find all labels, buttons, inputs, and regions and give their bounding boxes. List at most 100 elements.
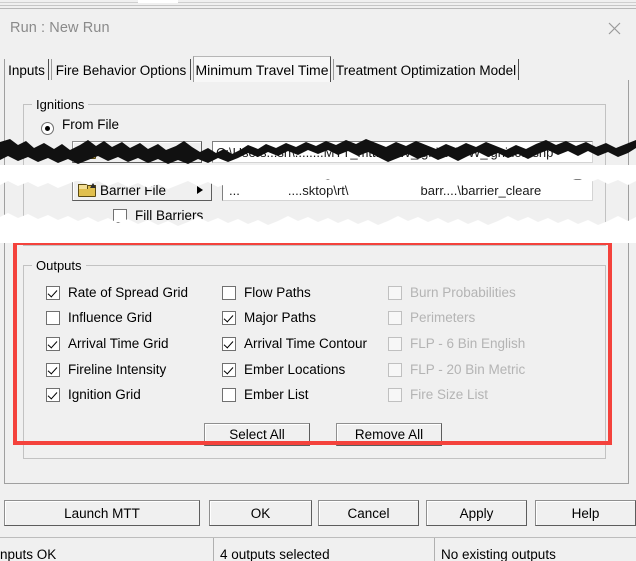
influence-grid-checkbox[interactable] [46,311,60,325]
parent-window-strip [0,0,636,9]
fireline-intensity-label: Fireline Intensity [68,362,166,377]
cancel-button[interactable]: Cancel [318,500,419,526]
output-row-influence-grid[interactable]: Influence Grid [46,310,152,325]
perimeters-checkbox [388,311,402,325]
status-existing-outputs-text: No existing outputs [441,547,556,561]
run-dialog: Run : New Run Inputs Fire Behavior Optio… [0,9,636,561]
status-outputs-selected-text: 4 outputs selected [220,547,330,561]
remove-all-label: Remove All [355,427,423,442]
output-row-flp-6-bin-english: FLP - 6 Bin English [388,336,525,351]
ok-label: OK [251,506,271,521]
rate-of-spread-grid-checkbox[interactable] [46,286,60,300]
outputs-group-legend: Outputs [32,258,86,273]
status-existing-outputs: No existing outputs [434,538,636,561]
from-file-radio[interactable] [41,122,54,135]
tab-minimum-travel-time-label: Minimum Travel Time [195,62,328,78]
output-row-rate-of-spread-grid[interactable]: Rate of Spread Grid [46,285,188,300]
ignitions-group-legend: Ignitions [32,97,88,112]
parent-strip-line-upper [0,2,636,3]
tab-strip: Inputs Fire Behavior Options Minimum Tra… [0,56,636,81]
ignition-file-button[interactable]: Ignitio... [72,141,202,163]
help-label: Help [572,506,600,521]
burn-probabilities-label: Burn Probabilities [410,285,516,300]
fireline-intensity-checkbox[interactable] [46,363,60,377]
ignitions-group: Ignitions From File Ignitio... C:\Users.… [23,104,606,246]
output-row-ember-locations[interactable]: Ember Locations [222,362,345,377]
fill-barriers-row[interactable]: Fill Barriers [113,208,203,223]
ember-list-checkbox[interactable] [222,388,236,402]
launch-mtt-label: Launch MTT [64,506,140,521]
barrier-path-field[interactable]: ... ....sktop\rt\ barr....\barrier_clea… [222,179,593,201]
flp-6-bin-english-label: FLP - 6 Bin English [410,336,525,351]
status-inputs: nputs OK [0,538,213,561]
tab-treatment-optimization-model[interactable]: Treatment Optimization Model [333,59,519,81]
remove-all-button[interactable]: Remove All [336,423,442,446]
barrier-path-fragment-2: ....sktop\rt\ [288,183,349,198]
from-file-label: From File [62,117,119,132]
dialog-action-bar: Launch MTT OK Cancel Apply Help [0,491,636,532]
outputs-group: Outputs Rate of Spread Grid Influence Gr… [23,265,606,459]
help-button[interactable]: Help [535,500,636,526]
ignition-grid-checkbox[interactable] [46,388,60,402]
status-inputs-text: nputs OK [0,547,56,561]
apply-button[interactable]: Apply [426,500,527,526]
apply-label: Apply [460,506,494,521]
arrival-time-contour-checkbox[interactable] [222,337,236,351]
output-row-perimeters: Perimeters [388,310,475,325]
arrival-time-contour-label: Arrival Time Contour [244,336,367,351]
output-row-major-paths[interactable]: Major Paths [222,310,316,325]
parent-strip-line-lower [0,5,636,6]
fire-size-list-checkbox [388,388,402,402]
output-row-flp-20-bin-metric: FLP - 20 Bin Metric [388,362,525,377]
ember-locations-label: Ember Locations [244,362,345,377]
burn-probabilities-checkbox [388,286,402,300]
output-row-ignition-grid[interactable]: Ignition Grid [46,387,141,402]
tab-fire-behavior-options[interactable]: Fire Behavior Options [51,59,191,81]
ignition-file-button-label: Ignitio... [100,145,147,160]
ignition-path-value: C:\Users...sh\........MTT_mtt...\SW_igni… [216,145,553,160]
barrier-path-fragment-3: barr....\barrier_cleare [421,183,542,198]
tab-minimum-travel-time[interactable]: Minimum Travel Time [193,56,331,82]
status-outputs-selected: 4 outputs selected [213,538,434,561]
barrier-path-fragment-1: ... [229,183,240,198]
arrival-time-grid-label: Arrival Time Grid [68,336,169,351]
rate-of-spread-grid-label: Rate of Spread Grid [68,285,188,300]
open-folder-icon [78,145,96,159]
chevron-right-icon [187,148,193,156]
output-row-arrival-time-grid[interactable]: Arrival Time Grid [46,336,169,351]
flow-paths-label: Flow Paths [244,285,311,300]
flp-20-bin-metric-label: FLP - 20 Bin Metric [410,362,525,377]
tab-inputs-label: Inputs [8,63,45,78]
tab-fire-behavior-options-label: Fire Behavior Options [56,63,187,78]
flow-paths-checkbox[interactable] [222,286,236,300]
screenshot-root: Run : New Run Inputs Fire Behavior Optio… [0,0,636,561]
influence-grid-label: Influence Grid [68,310,152,325]
close-icon[interactable] [596,15,632,41]
barrier-file-button[interactable]: Barrier File [72,179,212,201]
output-row-flow-paths[interactable]: Flow Paths [222,285,311,300]
status-bar: nputs OK 4 outputs selected No existing … [0,537,636,561]
ember-locations-checkbox[interactable] [222,363,236,377]
dialog-title-bar: Run : New Run [0,9,636,47]
tab-inputs[interactable]: Inputs [4,59,49,81]
ignition-path-field[interactable]: C:\Users...sh\........MTT_mtt...\SW_igni… [212,141,593,163]
output-row-ember-list[interactable]: Ember List [222,387,309,402]
cancel-label: Cancel [347,506,389,521]
ignition-grid-label: Ignition Grid [68,387,141,402]
output-row-arrival-time-contour[interactable]: Arrival Time Contour [222,336,367,351]
select-all-button[interactable]: Select All [204,423,310,446]
output-row-fireline-intensity[interactable]: Fireline Intensity [46,362,166,377]
select-all-label: Select All [229,427,285,442]
chevron-right-icon [197,186,203,194]
arrival-time-grid-checkbox[interactable] [46,337,60,351]
output-row-burn-probabilities: Burn Probabilities [388,285,516,300]
fire-size-list-label: Fire Size List [410,387,488,402]
launch-mtt-button[interactable]: Launch MTT [4,500,200,526]
flp-20-bin-metric-checkbox [388,363,402,377]
fill-barriers-checkbox[interactable] [113,209,127,223]
minimum-travel-time-panel: Ignitions From File Ignitio... C:\Users.… [4,80,629,484]
major-paths-checkbox[interactable] [222,311,236,325]
parent-strip-active-tab-hint [138,0,178,3]
major-paths-label: Major Paths [244,310,316,325]
ok-button[interactable]: OK [209,500,312,526]
